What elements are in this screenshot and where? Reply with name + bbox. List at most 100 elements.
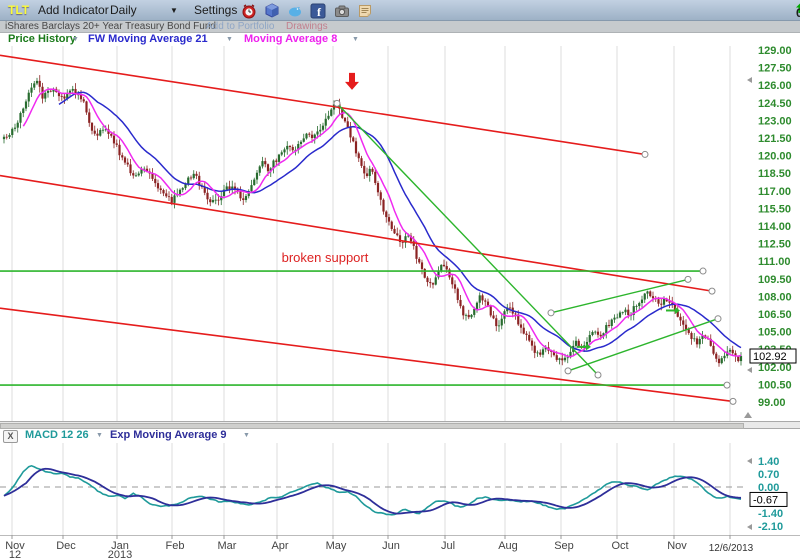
trendline-handle[interactable] [334,100,340,106]
trendline-handle[interactable] [685,276,691,282]
candle-body [50,91,52,92]
ma8-dropdown[interactable]: Moving Average 8 [244,33,337,45]
candle-body [366,173,368,176]
candle-body [619,312,621,317]
trendline[interactable] [0,55,645,154]
trendline[interactable] [337,103,598,375]
trendline-handle[interactable] [548,310,554,316]
last-price-box: 102.92 [750,349,796,363]
trendline-handle[interactable] [709,288,715,294]
ma21-dropdown-arrow[interactable]: ▼ [226,36,233,43]
candle-body [492,315,494,318]
red-down-arrow [345,73,359,90]
macd-signal-dropdown-arrow[interactable]: ▼ [243,432,250,439]
candle-body [520,324,522,327]
candle-body [616,318,618,319]
notes-icon[interactable] [357,3,373,19]
candle-body [154,179,156,183]
candle-body [688,329,690,333]
candle-body [685,325,687,330]
candle-body [355,141,357,153]
candle-body [61,96,63,97]
trendline[interactable] [568,319,718,371]
add-indicator-button[interactable]: Add Indicator [38,3,109,17]
trendline-handle[interactable] [565,368,571,374]
price-axis-label: 127.50 [758,63,792,75]
symbol-label: TLT [8,3,29,17]
price-axis-label: 106.50 [758,309,792,321]
candle-body [470,315,472,317]
price-axis-label: 118.50 [758,168,791,180]
twitter-icon[interactable] [287,3,303,19]
candle-body [646,291,648,293]
macd-close-button[interactable]: X [3,430,18,443]
macd-chart-canvas[interactable]: 1.400.700.00-1.40-2.10-0.67 [0,443,800,535]
chart-scrollbar[interactable] [0,421,800,429]
trendline[interactable] [0,308,733,401]
settings-button[interactable]: Settings [194,3,237,17]
ma21-dropdown[interactable]: FW Moving Average 21 [88,33,208,45]
candle-body [250,185,252,191]
candle-body [396,233,398,235]
candle-body [523,328,525,334]
candle-body [591,332,593,335]
price-chart-canvas[interactable]: broken support129.00127.50126.00124.5012… [0,46,800,421]
trendline-handle[interactable] [715,316,721,322]
candle-body [209,199,211,202]
candle-body [179,190,181,194]
candle-body [283,149,285,152]
candle-body [567,357,569,358]
trendline-handle[interactable] [730,398,736,404]
trendline-handle[interactable] [724,382,730,388]
alerts-icon[interactable] [241,3,257,19]
candle-body [363,166,365,174]
month-label: Dec [56,540,76,552]
candle-body [690,333,692,339]
candle-body [113,136,115,144]
candle-body [352,137,354,141]
trendline[interactable] [0,176,712,292]
price-history-dropdown-arrow[interactable]: ▼ [72,36,79,43]
timeframe-dropdown-arrow[interactable]: ▼ [170,6,178,15]
trendline-handle[interactable] [595,372,601,378]
month-label: Aug [498,540,518,552]
drawings-link[interactable]: Drawings [286,21,328,32]
candle-body [6,137,8,138]
facebook-icon[interactable]: f [310,3,326,19]
candle-body [393,229,395,233]
trendline[interactable] [551,279,688,312]
month-label: Sep [554,540,574,552]
candle-body [528,335,530,341]
trendline-handle[interactable] [642,151,648,157]
candle-body [391,222,393,229]
timeframe-select[interactable]: Daily [110,3,137,17]
candle-body [454,284,456,288]
macd-dropdown[interactable]: MACD 12 26 [25,429,89,441]
candle-body [589,335,591,342]
candle-body [292,147,294,150]
macd-dropdown-arrow[interactable]: ▼ [96,432,103,439]
candle-body [253,180,255,186]
price-axis-label: 102.00 [758,362,792,374]
trendline-handle[interactable] [700,268,706,274]
candle-body [267,164,269,171]
price-history-dropdown[interactable]: Price History [8,33,76,45]
macd-signal-dropdown[interactable]: Exp Moving Average 9 [110,429,227,441]
candle-body [490,306,492,315]
macd-axis-label: -1.40 [758,508,783,520]
price-axis-label: 126.00 [758,80,792,92]
ma8-dropdown-arrow[interactable]: ▼ [352,36,359,43]
candle-body [715,354,717,359]
candle-body [613,318,615,320]
candle-body [22,109,24,113]
candle-body [187,178,189,184]
price-axis-label: 109.50 [758,274,792,286]
candle-body [314,135,316,139]
month-label: May [326,540,347,552]
time-axis: Nov12DecJan2013FebMarAprMayJunJulAugSepO… [0,535,800,559]
axis-arrow-icon [747,458,752,464]
add-to-portfolio-link[interactable]: Add to Portfolio [206,21,274,32]
candle-body [275,161,277,162]
camera-icon[interactable] [334,3,350,19]
cube-icon[interactable] [264,3,280,19]
